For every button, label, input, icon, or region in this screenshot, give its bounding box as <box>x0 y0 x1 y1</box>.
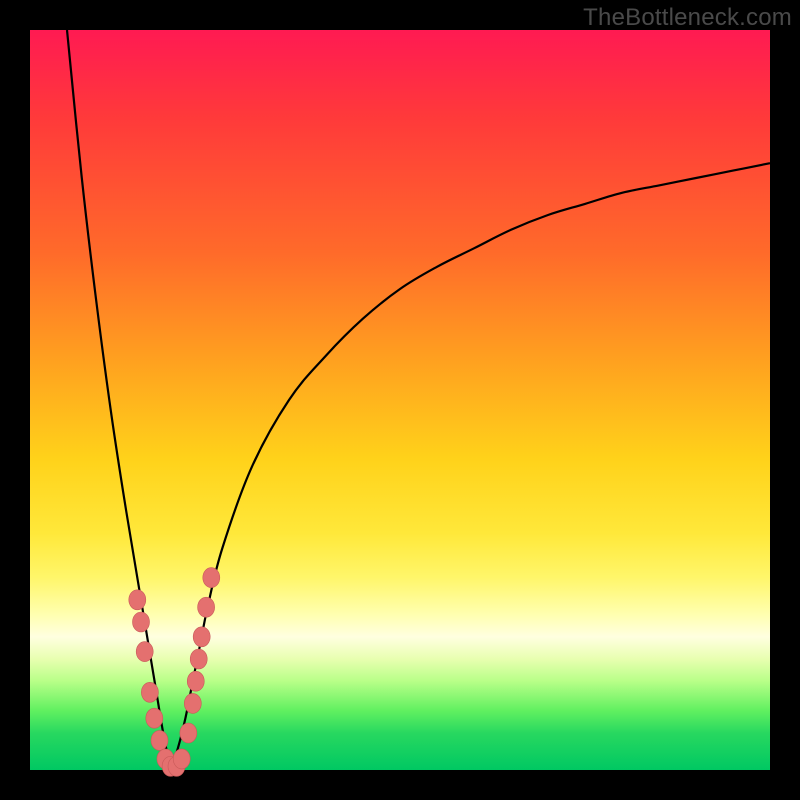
curve-group <box>67 30 770 770</box>
data-marker <box>198 597 215 617</box>
watermark-text: TheBottleneck.com <box>583 4 792 32</box>
data-marker <box>193 627 210 647</box>
data-marker <box>151 730 168 750</box>
data-marker <box>133 612 150 632</box>
chart-svg <box>30 30 770 770</box>
data-marker <box>203 568 220 588</box>
chart-frame: TheBottleneck.com <box>0 0 800 800</box>
marker-group <box>129 568 220 777</box>
data-marker <box>190 649 207 669</box>
data-marker <box>136 642 153 662</box>
data-marker <box>180 723 197 743</box>
data-marker <box>141 682 158 702</box>
plot-area <box>30 30 770 770</box>
data-marker <box>146 708 163 728</box>
data-marker <box>173 749 190 769</box>
curve-right-branch <box>171 163 770 770</box>
data-marker <box>184 693 201 713</box>
data-marker <box>129 590 146 610</box>
data-marker <box>187 671 204 691</box>
curve-left-branch <box>67 30 171 770</box>
